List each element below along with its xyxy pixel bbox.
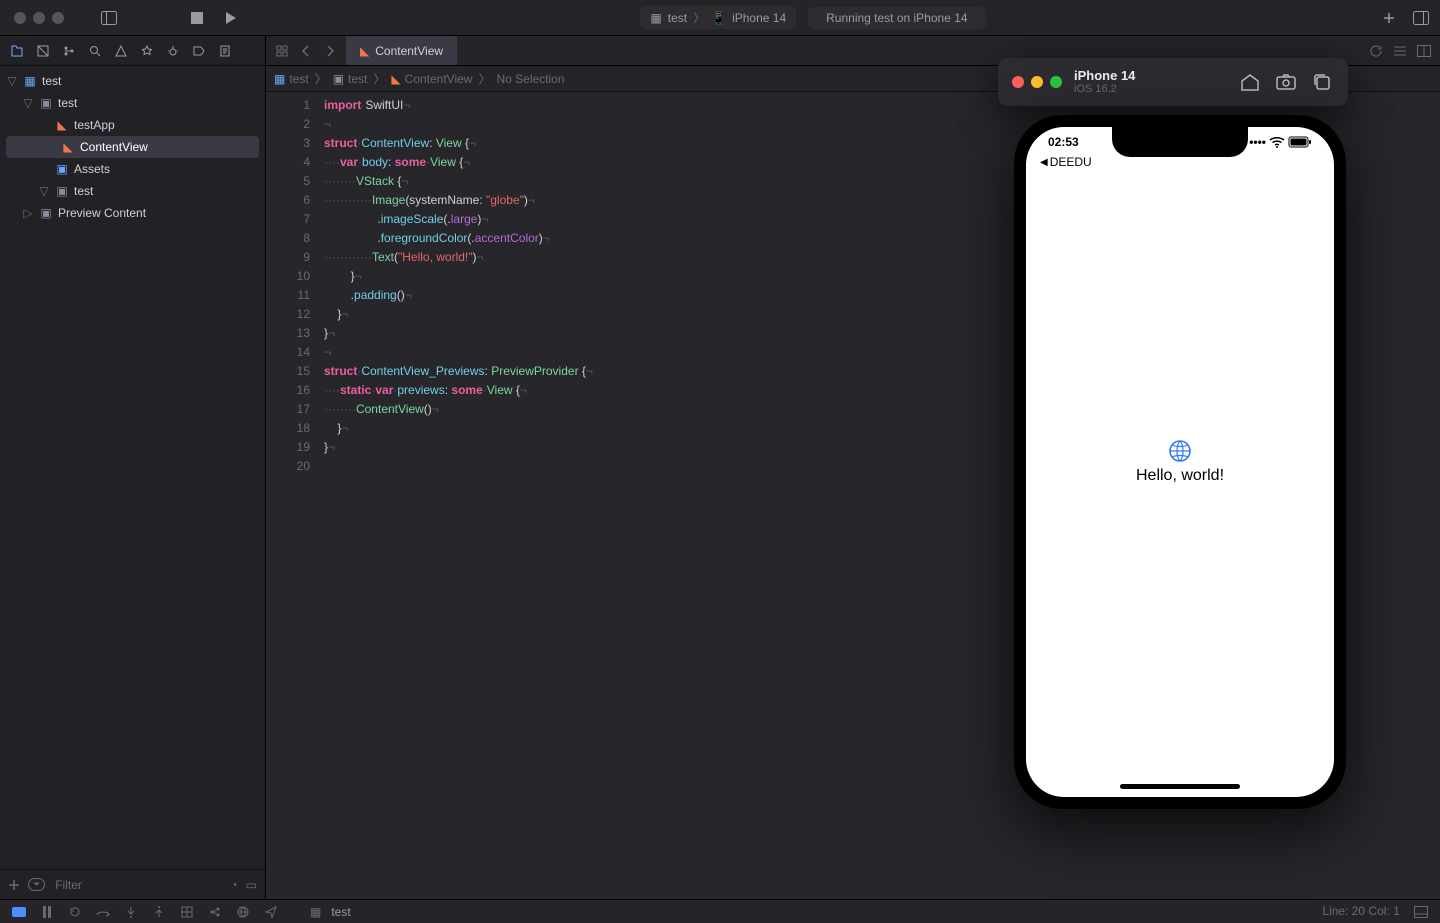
crumb-project: ▦ test <box>274 72 309 86</box>
tree-item-assets[interactable]: ▣ Assets <box>0 158 265 180</box>
recent-filter-icon[interactable]: ◔ <box>230 878 237 892</box>
navigator-selector <box>0 36 265 66</box>
simulator-window-titlebar[interactable]: iPhone 14 iOS 16.2 <box>998 58 1348 106</box>
debug-navigator-icon[interactable] <box>164 42 182 60</box>
cursor-position: Line: 20 Col: 1 <box>1322 903 1399 917</box>
tab-label: ContentView <box>375 44 443 58</box>
tree-item-contentview[interactable]: ◣ ContentView <box>6 136 259 158</box>
line-gutter: 1234567891011121314151617181920 <box>266 92 320 899</box>
project-name: test <box>42 74 61 88</box>
step-over-icon[interactable] <box>94 903 112 921</box>
globe-icon <box>1168 439 1192 463</box>
find-navigator-icon[interactable] <box>86 42 104 60</box>
toggle-bottom-panel-icon[interactable] <box>1412 903 1430 921</box>
step-out-icon[interactable] <box>150 903 168 921</box>
toggle-navigator-icon[interactable] <box>98 7 120 29</box>
symbol-navigator-icon[interactable] <box>60 42 78 60</box>
add-tab-icon[interactable] <box>1378 7 1400 29</box>
sim-close-dot[interactable] <box>1012 76 1024 88</box>
issue-navigator-icon[interactable] <box>112 42 130 60</box>
hello-text: Hello, world! <box>1136 467 1224 485</box>
crumb-folder: ▣ test <box>333 72 368 86</box>
folder-icon: ▣ <box>38 205 54 221</box>
scm-filter-icon[interactable]: ▭ <box>246 878 257 892</box>
screenshot-icon[interactable] <box>1274 70 1298 94</box>
swift-icon: ◣ <box>54 117 70 133</box>
continue-icon[interactable] <box>66 903 84 921</box>
breakpoint-navigator-icon[interactable] <box>190 42 208 60</box>
environment-icon[interactable] <box>234 903 252 921</box>
tree-item-test[interactable]: ▽▣test <box>0 92 265 114</box>
toggle-debug-icon[interactable] <box>10 903 28 921</box>
crumb-file: ◣ ContentView <box>391 72 472 86</box>
sim-minimize-dot[interactable] <box>1031 76 1043 88</box>
tab-contentview[interactable]: ◣ ContentView <box>346 36 457 65</box>
debug-view-icon[interactable] <box>178 903 196 921</box>
swift-icon: ◣ <box>360 44 369 58</box>
stop-button[interactable] <box>180 7 214 29</box>
forward-icon[interactable] <box>320 41 340 61</box>
simulator-title: iPhone 14 iOS 16.2 <box>1074 68 1226 97</box>
device-screen[interactable]: 02:53 •••• ◀ DEEDU Hello, world! <box>1026 127 1334 797</box>
scheme-target: test <box>668 11 687 25</box>
tree-item-label: testApp <box>74 118 115 132</box>
debug-target[interactable]: test <box>331 905 350 919</box>
zoom-dot[interactable] <box>52 12 64 24</box>
file-tree: ▽▦ test ▽▣test◣testApp◣ContentView▣Asset… <box>0 66 265 869</box>
step-into-icon[interactable] <box>122 903 140 921</box>
tree-item-test[interactable]: ▽▣test <box>0 180 265 202</box>
tree-item-label: test <box>74 184 93 198</box>
filter-scope-icon[interactable]: ⏷ <box>28 878 45 891</box>
run-button[interactable] <box>214 7 248 29</box>
home-icon[interactable] <box>1238 70 1262 94</box>
source-control-icon[interactable] <box>34 42 52 60</box>
refresh-preview-icon[interactable] <box>1366 41 1386 61</box>
simulator-traffic-lights <box>1012 76 1062 88</box>
related-items-icon[interactable] <box>272 41 292 61</box>
navigator-footer: ⏷ ◔ ▭ <box>0 869 265 899</box>
filter-input[interactable] <box>53 876 222 894</box>
home-indicator[interactable] <box>1120 784 1240 789</box>
back-icon[interactable] <box>296 41 316 61</box>
test-navigator-icon[interactable] <box>138 42 156 60</box>
tree-item-testapp[interactable]: ◣ testApp <box>0 114 265 136</box>
assets-icon: ▣ <box>54 161 70 177</box>
tree-item-label: Assets <box>74 162 110 176</box>
pause-icon[interactable] <box>38 903 56 921</box>
adjust-editor-icon[interactable] <box>1390 41 1410 61</box>
scheme-selector[interactable]: ▦ test 〉 📱 iPhone 14 <box>640 6 796 29</box>
tree-item-label: ContentView <box>80 140 148 154</box>
phone-icon: 📱 <box>711 11 726 25</box>
crumb-selection: No Selection <box>496 72 564 86</box>
add-file-icon[interactable] <box>8 879 20 891</box>
close-dot[interactable] <box>14 12 26 24</box>
tree-item-preview-content[interactable]: ▷▣Preview Content <box>0 202 265 224</box>
stack-icon[interactable] <box>1310 70 1334 94</box>
app-icon: ▦ <box>650 11 661 25</box>
minimize-dot[interactable] <box>33 12 45 24</box>
sim-zoom-dot[interactable] <box>1050 76 1062 88</box>
app-icon-small: ▦ <box>310 905 321 919</box>
add-editor-icon[interactable] <box>1414 41 1434 61</box>
window-titlebar: ▦ test 〉 📱 iPhone 14 Running test on iPh… <box>0 0 1440 36</box>
scheme-device: iPhone 14 <box>732 11 786 25</box>
tree-item-label: test <box>58 96 77 110</box>
folder-icon: ▣ <box>38 95 54 111</box>
app-content: Hello, world! <box>1026 127 1334 797</box>
tree-project-root[interactable]: ▽▦ test <box>0 70 265 92</box>
swift-icon: ◣ <box>60 139 76 155</box>
folder-icon: ▣ <box>54 183 70 199</box>
location-icon[interactable] <box>262 903 280 921</box>
library-button[interactable] <box>1410 7 1432 29</box>
memory-graph-icon[interactable] <box>206 903 224 921</box>
project-navigator: ▽▦ test ▽▣test◣testApp◣ContentView▣Asset… <box>0 36 266 899</box>
project-navigator-icon[interactable] <box>8 42 26 60</box>
tree-item-label: Preview Content <box>58 206 146 220</box>
activity-status: Running test on iPhone 14 <box>808 7 985 29</box>
debug-bar: ▦ test Line: 20 Col: 1 <box>0 899 1440 923</box>
window-traffic-lights <box>8 12 68 24</box>
simulator-device[interactable]: 02:53 •••• ◀ DEEDU Hello, world! <box>1014 115 1346 809</box>
report-navigator-icon[interactable] <box>216 42 234 60</box>
